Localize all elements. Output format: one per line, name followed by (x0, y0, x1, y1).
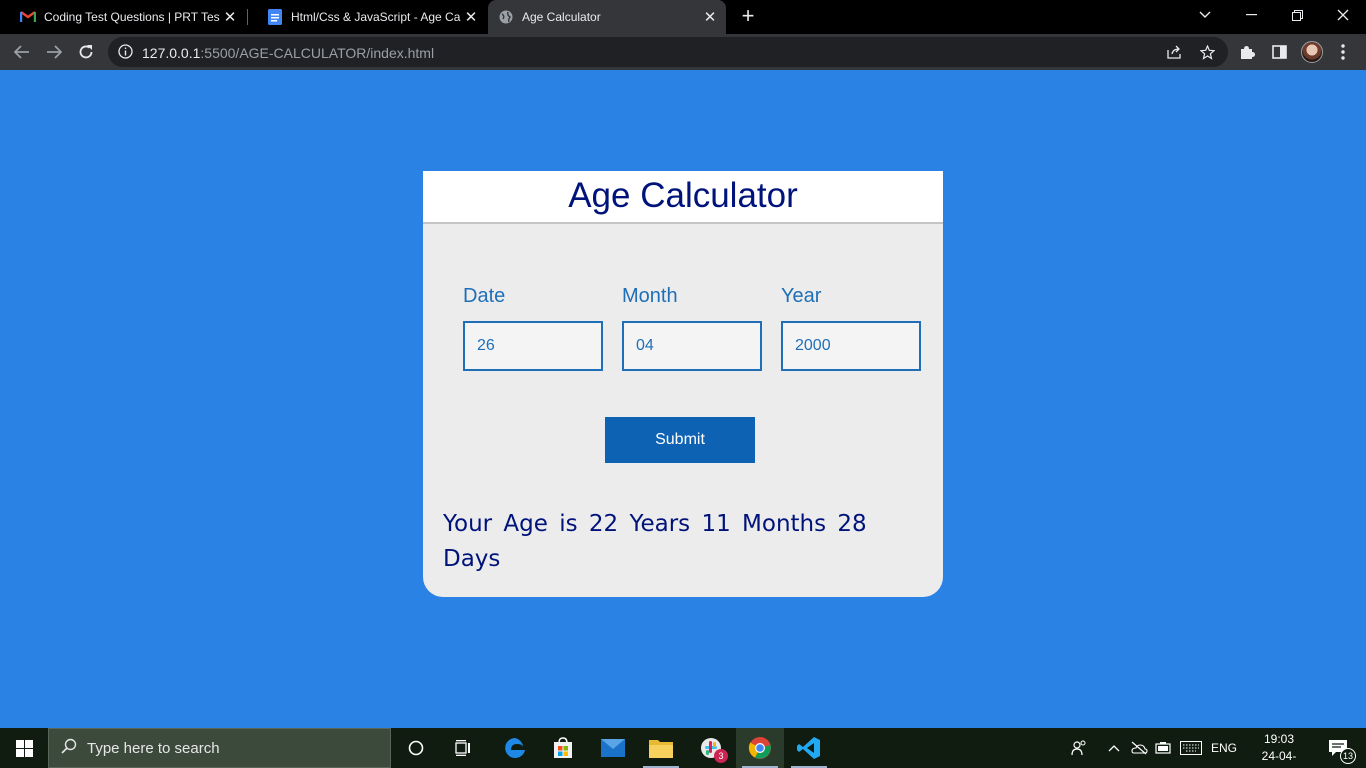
tab-title: Html/Css & JavaScript - Age Calc (291, 10, 461, 24)
tab-title: Coding Test Questions | PRT Test (44, 10, 220, 24)
vscode-icon[interactable] (785, 728, 833, 768)
bookmark-star-icon[interactable] (1199, 44, 1216, 65)
system-clock[interactable]: 19:03 24-04-2023 (1250, 731, 1308, 768)
keyboard-icon[interactable] (1178, 728, 1204, 768)
side-panel-icon[interactable] (1270, 43, 1288, 61)
browser-toolbar: 127.0.0.1:5500/AGE-CALCULATOR/index.html (0, 34, 1366, 70)
profile-avatar[interactable] (1301, 41, 1323, 63)
chrome-icon[interactable] (736, 728, 784, 768)
tab-search-chevron-icon[interactable] (1182, 0, 1228, 30)
close-window-button[interactable] (1320, 0, 1366, 30)
date-input[interactable] (463, 321, 603, 371)
submit-button[interactable]: Submit (605, 417, 755, 463)
url-path: :5500/AGE-CALCULATOR/index.html (200, 45, 435, 61)
menu-kebab-icon[interactable] (1334, 43, 1352, 61)
file-explorer-icon[interactable] (637, 728, 685, 768)
onedrive-off-icon[interactable] (1128, 728, 1150, 768)
year-input[interactable] (781, 321, 921, 371)
tab-age-calculator[interactable]: Age Calculator ✕ (488, 0, 726, 34)
close-tab-icon[interactable]: ✕ (220, 8, 240, 26)
tab-title: Age Calculator (522, 10, 601, 24)
reload-button[interactable] (74, 40, 98, 64)
age-result-text: Your Age is 22 Years 11 Months 28 Days (443, 511, 867, 572)
month-field-group: Month (622, 285, 762, 371)
taskbar-search-box[interactable]: Type here to search (48, 728, 391, 768)
year-field-group: Year (781, 285, 921, 371)
edge-browser-icon[interactable] (491, 728, 539, 768)
new-tab-button[interactable]: + (736, 4, 760, 28)
tab-gmail[interactable]: Coding Test Questions | PRT Test ✕ (0, 0, 246, 34)
task-view-icon[interactable] (440, 728, 488, 768)
globe-icon (498, 9, 514, 25)
restore-button[interactable] (1274, 0, 1320, 30)
battery-icon[interactable] (1152, 728, 1174, 768)
month-label: Month (622, 285, 678, 307)
clock-date: 24-04-2023 (1261, 749, 1297, 768)
close-tab-icon[interactable]: ✕ (461, 8, 481, 26)
clock-time: 19:03 (1263, 732, 1295, 746)
language-indicator[interactable]: ENG (1208, 728, 1240, 768)
notification-center-icon[interactable]: 13 (1318, 728, 1358, 768)
search-placeholder: Type here to search (87, 739, 220, 757)
address-bar[interactable]: 127.0.0.1:5500/AGE-CALCULATOR/index.html (108, 37, 1228, 67)
tab-docs[interactable]: Html/Css & JavaScript - Age Calc ✕ (247, 0, 487, 34)
windows-start-button[interactable] (0, 728, 48, 768)
year-label: Year (781, 285, 822, 307)
people-icon[interactable] (1068, 728, 1090, 768)
slack-notification-badge: 3 (714, 749, 728, 763)
mail-icon[interactable] (589, 728, 637, 768)
back-button[interactable] (10, 40, 34, 64)
gmail-icon (20, 9, 36, 25)
month-input[interactable] (622, 321, 762, 371)
extensions-puzzle-icon[interactable] (1238, 43, 1256, 61)
date-label: Date (463, 285, 506, 307)
show-hidden-icons-chevron-icon[interactable] (1104, 728, 1124, 768)
close-tab-icon[interactable]: ✕ (700, 8, 720, 26)
cortana-icon[interactable] (392, 728, 440, 768)
search-icon (61, 738, 77, 759)
url-host: 127.0.0.1 (142, 45, 201, 61)
notification-count-badge: 13 (1340, 748, 1356, 764)
docs-icon (267, 9, 283, 25)
forward-button[interactable] (42, 40, 66, 64)
date-field-group: Date (463, 285, 603, 371)
share-icon[interactable] (1167, 45, 1183, 64)
slack-icon[interactable]: 3 (687, 728, 735, 768)
site-info-icon[interactable] (118, 44, 133, 64)
card-header: Age Calculator (423, 171, 943, 224)
url-text: 127.0.0.1:5500/AGE-CALCULATOR/index.html (142, 45, 434, 61)
date-fields: Date Month Year (463, 285, 940, 371)
taskbar: Type here to search 3 ENG 19:03 24-04- 1… (0, 728, 1366, 768)
microsoft-store-icon[interactable] (539, 728, 587, 768)
tab-strip: Coding Test Questions | PRT Test ✕ Html/… (0, 0, 1366, 34)
page-title: Age Calculator (568, 176, 798, 215)
age-calculator-card: Age Calculator Date Month Year Submit Yo… (423, 171, 943, 597)
minimize-button[interactable] (1228, 0, 1274, 30)
